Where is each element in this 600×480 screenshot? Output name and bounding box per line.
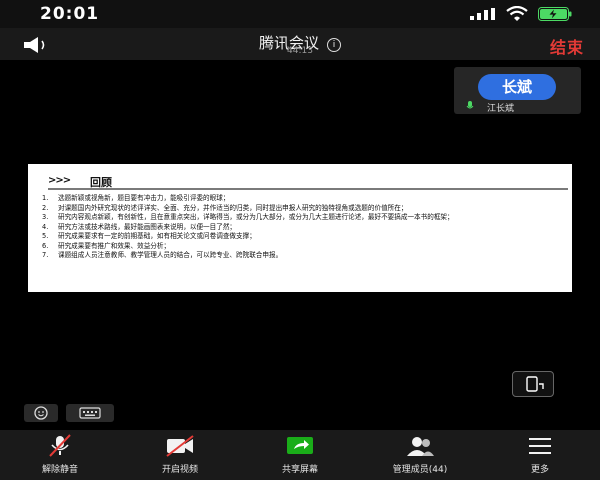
keyboard-icon bbox=[79, 407, 101, 419]
quick-actions bbox=[24, 404, 114, 424]
list-item-text: 选题新颖或视角新，题目要有冲击力，能吸引评委的眼球； bbox=[58, 194, 230, 202]
list-item: 6. 研究成果要有推广和效果、效益分析； bbox=[42, 242, 558, 251]
avatar: 长斌 bbox=[478, 74, 556, 100]
video-off-icon bbox=[166, 435, 194, 457]
members-icon bbox=[407, 437, 434, 456]
list-item: 7. 课题组成人员注意教师、教学管理人员的结合，可以跨专业、跨院联合申报。 bbox=[42, 251, 558, 260]
unmute-button[interactable]: 解除静音 bbox=[0, 430, 120, 480]
list-item-number: 3. bbox=[42, 213, 49, 221]
shared-screen-content: >>> 回顾 1. 选题新颖或视角新，题目要有冲击力，能吸引评委的眼球； 2. 对课… bbox=[28, 164, 572, 292]
slide-marker: >>> bbox=[48, 175, 71, 186]
list-item-number: 1. bbox=[42, 194, 49, 202]
list-item-text: 研究方法或技术路线，最好能画图表来说明，以便一目了然； bbox=[58, 222, 237, 231]
list-item-text: 对课题国内外研究现状的述评详实、全面、充分，并作适当的归类，同时提出申报人研究的… bbox=[58, 203, 408, 212]
start-video-label: 开启视频 bbox=[161, 465, 198, 475]
status-bar: 20:01 bbox=[0, 0, 600, 28]
participant-name: 江长斌 bbox=[487, 104, 515, 114]
list-item-text: 课题组成人员注意教师、教学管理人员的结合，可以跨专业、跨院联合申报。 bbox=[58, 251, 283, 259]
cellular-signal-icon bbox=[470, 8, 495, 20]
emoji-icon bbox=[34, 406, 48, 420]
list-item: 2. 对课题国内外研究现状的述评详实、全面、充分，并作适当的归类，同时提出申报人研… bbox=[42, 204, 558, 213]
unmute-label: 解除静音 bbox=[41, 465, 78, 475]
wifi-icon bbox=[506, 6, 528, 21]
slide-header: >>> 回顾 bbox=[38, 174, 568, 190]
list-item: 4. 研究方法或技术路线，最好能画图表来说明，以便一目了然； bbox=[42, 223, 558, 232]
screen-rotate-button[interactable] bbox=[512, 371, 554, 397]
list-item-text: 研究成果要有推广和效果、效益分析； bbox=[58, 241, 171, 250]
list-item-number: 7. bbox=[42, 251, 49, 259]
list-item: 3. 研究内容观点新颖，有创新性，且在意重点突出，详略得当，或分为几大部分，或分为… bbox=[42, 213, 558, 222]
list-item-number: 4. bbox=[42, 222, 49, 231]
screen-rotate-icon bbox=[526, 376, 544, 392]
mic-active-icon bbox=[466, 101, 474, 109]
meeting-toolbar: 解除静音 开启视频 共享屏幕 管理成员(44) 更多 bbox=[0, 430, 600, 480]
meeting-top-bar: 腾讯会议 i 44:13 结束 bbox=[0, 28, 600, 60]
share-screen-button[interactable]: 共享屏幕 bbox=[240, 430, 360, 480]
list-item-text: 研究成果要求有一定的前期基础，如有相关论文或问卷调查做支撑； bbox=[58, 232, 256, 240]
more-button[interactable]: 更多 bbox=[480, 430, 600, 480]
list-item: 5. 研究成果要求有一定的前期基础，如有相关论文或问卷调查做支撑； bbox=[42, 232, 558, 241]
emoji-button[interactable] bbox=[24, 404, 58, 422]
chat-input-button[interactable] bbox=[66, 404, 114, 422]
status-time: 20:01 bbox=[40, 4, 100, 24]
manage-members-label: 管理成员(44) bbox=[392, 465, 448, 475]
list-item-number: 2. bbox=[42, 203, 49, 212]
list-item-text: 研究内容观点新颖，有创新性，且在意重点突出，详略得当，或分为几大部分，或分为几大… bbox=[58, 213, 454, 221]
meeting-duration: 44:13 bbox=[287, 46, 313, 56]
muted-mic-icon bbox=[49, 434, 71, 457]
list-item-number: 6. bbox=[42, 241, 49, 250]
more-menu-icon bbox=[529, 438, 551, 454]
battery-charging-icon bbox=[538, 7, 572, 21]
list-item-number: 5. bbox=[42, 232, 49, 240]
slide-list: 1. 选题新颖或视角新，题目要有冲击力，能吸引评委的眼球； 2. 对课题国内外研究现… bbox=[42, 194, 558, 261]
share-screen-icon bbox=[287, 437, 313, 454]
list-item: 1. 选题新颖或视角新，题目要有冲击力，能吸引评委的眼球； bbox=[42, 194, 558, 203]
start-video-button[interactable]: 开启视频 bbox=[120, 430, 240, 480]
end-meeting-button[interactable]: 结束 bbox=[550, 34, 584, 58]
share-screen-label: 共享屏幕 bbox=[281, 465, 318, 475]
manage-members-button[interactable]: 管理成员(44) bbox=[360, 430, 480, 480]
participant-video-tile[interactable]: 长斌 江长斌 bbox=[454, 67, 581, 114]
slide-divider bbox=[48, 188, 568, 190]
more-label: 更多 bbox=[530, 465, 549, 475]
